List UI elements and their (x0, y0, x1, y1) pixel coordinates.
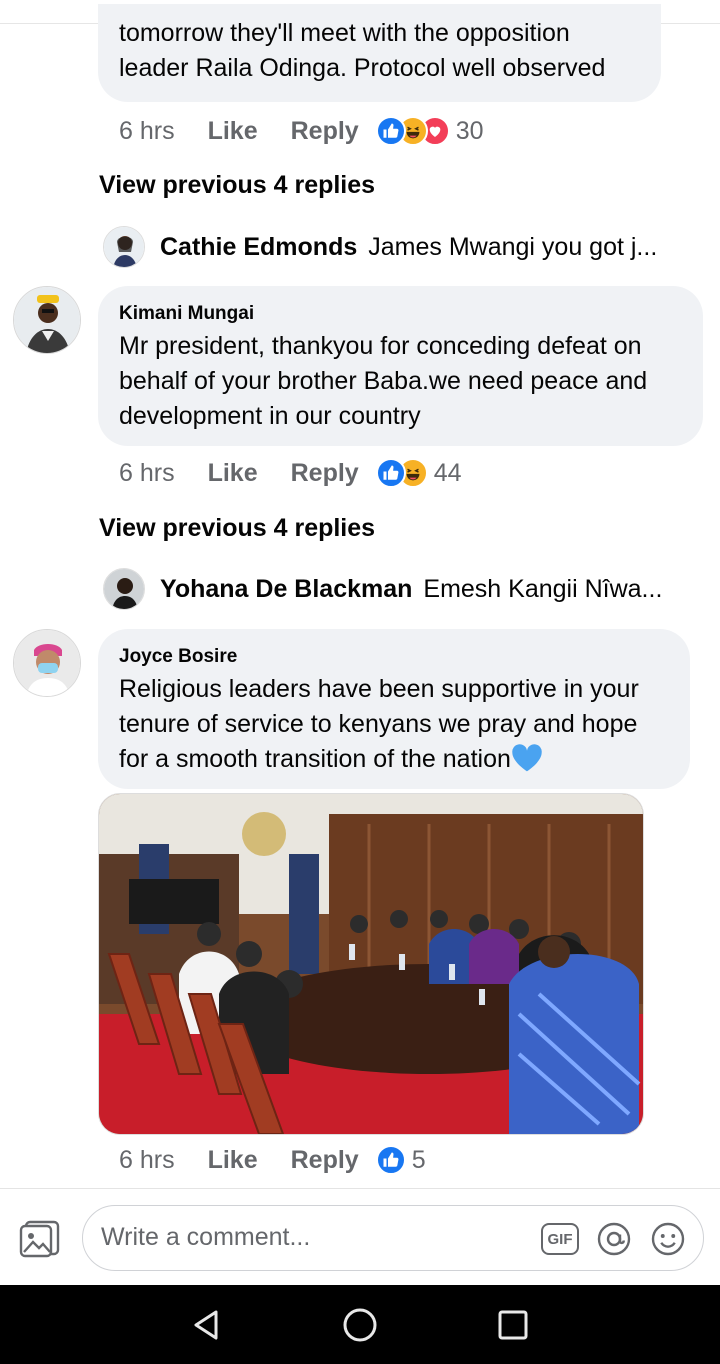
like-button[interactable]: Like (208, 459, 258, 488)
reply-button[interactable]: Reply (291, 459, 359, 488)
recents-icon[interactable] (493, 1305, 533, 1345)
view-previous-replies-link[interactable]: View previous 4 replies (99, 171, 375, 200)
reactions-summary[interactable] (375, 116, 450, 146)
reaction-count: 5 (411, 1145, 426, 1174)
gif-label: GIF (547, 1230, 573, 1248)
comment-time: 6 hrs (119, 458, 175, 487)
system-navigation-bar (0, 1285, 720, 1364)
avatar[interactable] (103, 568, 145, 610)
view-previous-replies-link[interactable]: View previous 4 replies (99, 514, 375, 543)
comment-bubble-top[interactable]: tomorrow they'll meet with the oppositio… (98, 4, 661, 102)
like-icon (375, 458, 406, 488)
like-button[interactable]: Like (208, 117, 258, 146)
gif-button[interactable]: GIF (541, 1223, 579, 1255)
reply-author[interactable]: Cathie Edmonds (160, 233, 357, 262)
reply-preview-text: Emesh Kangii Nîwa... (423, 574, 663, 603)
reply-button[interactable]: Reply (291, 117, 359, 146)
comment-input-placeholder: Write a comment... (101, 1223, 311, 1251)
latest-reply-row[interactable]: Yohana De Blackman Emesh Kangii Nîwa... (103, 567, 662, 611)
reaction-count: 30 (455, 116, 484, 145)
comment-text: tomorrow they'll meet with the oppositio… (119, 19, 606, 82)
photo-icon[interactable] (18, 1219, 62, 1259)
comment-actions: 6 hrs Like Reply 5 (119, 1140, 426, 1180)
comment-photo[interactable] (98, 793, 644, 1135)
reactions-summary[interactable] (375, 1145, 406, 1175)
avatar[interactable] (13, 286, 81, 354)
like-icon (375, 1145, 406, 1175)
blue-heart-icon (511, 743, 543, 783)
reaction-count: 44 (433, 458, 462, 487)
comment-time: 6 hrs (119, 1145, 175, 1174)
comment-text: Mr president, thankyou for conceding def… (119, 332, 648, 430)
comment-input[interactable]: Write a comment... GIF (82, 1205, 704, 1271)
like-button[interactable]: Like (208, 1146, 258, 1175)
avatar[interactable] (103, 226, 145, 268)
comment-text: Religious leaders have been supportive i… (119, 675, 639, 773)
back-icon[interactable] (186, 1305, 226, 1345)
comment-bubble[interactable]: Joyce Bosire Religious leaders have been… (98, 629, 690, 789)
comment-author[interactable]: Joyce Bosire (119, 646, 670, 668)
like-icon (375, 116, 406, 146)
comment-time: 6 hrs (119, 116, 175, 145)
reply-author[interactable]: Yohana De Blackman (160, 575, 412, 604)
comment-composer: Write a comment... GIF (0, 1188, 720, 1285)
mention-icon[interactable] (595, 1221, 633, 1257)
emoji-icon[interactable] (649, 1221, 687, 1257)
avatar[interactable] (13, 629, 81, 697)
reply-preview-text: James Mwangi you got j... (368, 232, 658, 261)
latest-reply-row[interactable]: Cathie Edmonds James Mwangi you got j... (103, 225, 657, 269)
comment-bubble[interactable]: Kimani Mungai Mr president, thankyou for… (98, 286, 703, 446)
home-icon[interactable] (340, 1305, 380, 1345)
reactions-summary[interactable] (375, 458, 428, 488)
comment-author[interactable]: Kimani Mungai (119, 303, 681, 325)
reply-button[interactable]: Reply (291, 1146, 359, 1175)
comment-actions: 6 hrs Like Reply 44 (119, 453, 462, 493)
comment-body: Religious leaders have been supportive i… (119, 672, 670, 783)
comment-actions: 6 hrs Like Reply 30 (119, 111, 484, 151)
